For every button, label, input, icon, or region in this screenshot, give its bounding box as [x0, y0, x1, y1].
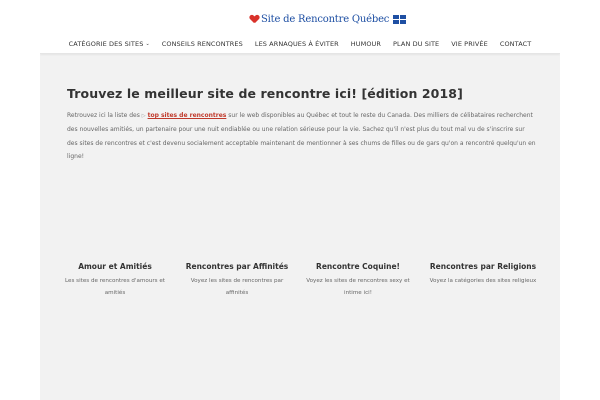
- page-margin-left: [0, 0, 40, 400]
- intro-text-after: sur le web disponibles au Québec et tout…: [67, 112, 536, 160]
- feature-title[interactable]: Rencontres par Religions: [428, 262, 538, 271]
- nav-item-humour[interactable]: HUMOUR: [351, 38, 381, 50]
- page: Site de Rencontre Québec CATÉGORIE DES S…: [0, 0, 600, 400]
- nav-item-les-arnaques[interactable]: LES ARNAQUES À ÉVITER: [255, 38, 339, 50]
- nav-item-label: LES ARNAQUES À ÉVITER: [254, 40, 339, 48]
- intro-paragraph: Retrouvez ici la liste des ▷ top sites d…: [67, 109, 537, 163]
- main-content: Trouvez le meilleur site de rencontre ic…: [67, 86, 537, 163]
- feature-title[interactable]: Rencontre Coquine!: [303, 262, 413, 271]
- nav-item-plan-du-site[interactable]: PLAN DU SITE: [393, 38, 439, 50]
- feature-rencontre-coquine[interactable]: Rencontre Coquine! Voyez les sites de re…: [303, 262, 413, 299]
- nav-item-label: CONSEILS RENCONTRES: [161, 40, 243, 48]
- nav-item-label: VIE PRIVÉE: [451, 40, 488, 48]
- nav-item-vie-privee[interactable]: VIE PRIVÉE: [451, 38, 488, 50]
- nav-item-label: PLAN DU SITE: [393, 40, 440, 48]
- nav-item-label: CATÉGORIE DES SITES: [68, 40, 144, 48]
- feature-description: Les sites de rencontres d'amours et amit…: [65, 278, 165, 296]
- site-logo[interactable]: Site de Rencontre Québec: [250, 12, 407, 26]
- feature-blurbs: Amour et Amitiés Les sites de rencontres…: [40, 262, 560, 322]
- site-logo-text: Site de Rencontre Québec: [261, 13, 390, 25]
- feature-rencontres-affinites[interactable]: Rencontres par Affinités Voyez les sites…: [182, 262, 292, 299]
- nav-item-conseils-rencontres[interactable]: CONSEILS RENCONTRES: [162, 38, 243, 50]
- nav-item-label: CONTACT: [499, 40, 532, 48]
- intro-text-before: Retrouvez ici la liste des: [67, 112, 142, 119]
- top-sites-link[interactable]: top sites de rencontres: [148, 112, 227, 119]
- quebec-flag-icon: [393, 14, 407, 24]
- feature-description: Voyez les sites de rencontres par affini…: [190, 278, 284, 296]
- feature-amour-amities[interactable]: Amour et Amitiés Les sites de rencontres…: [60, 262, 170, 299]
- page-title: Trouvez le meilleur site de rencontre ic…: [67, 86, 463, 101]
- feature-description: Voyez les sites de rencontres sexy et in…: [306, 278, 410, 296]
- feature-title[interactable]: Rencontres par Affinités: [182, 262, 292, 271]
- feature-description: Voyez la catégories des sites religieux: [429, 278, 537, 284]
- nav-item-categorie-des-sites[interactable]: CATÉGORIE DES SITES ⌄: [69, 38, 150, 50]
- nav-item-label: HUMOUR: [350, 40, 382, 48]
- nav-item-contact[interactable]: CONTACT: [500, 38, 532, 50]
- arrow-right-icon: ▷: [141, 113, 146, 119]
- feature-rencontres-religions[interactable]: Rencontres par Religions Voyez la catégo…: [428, 262, 538, 287]
- chevron-down-icon: ⌄: [145, 41, 150, 47]
- page-margin-right: [560, 0, 600, 400]
- main-navigation: CATÉGORIE DES SITES ⌄ CONSEILS RENCONTRE…: [40, 38, 560, 50]
- site-header: Site de Rencontre Québec CATÉGORIE DES S…: [40, 0, 560, 54]
- site-container: Site de Rencontre Québec CATÉGORIE DES S…: [40, 0, 560, 400]
- heart-icon: [250, 15, 259, 24]
- feature-title[interactable]: Amour et Amitiés: [60, 262, 170, 271]
